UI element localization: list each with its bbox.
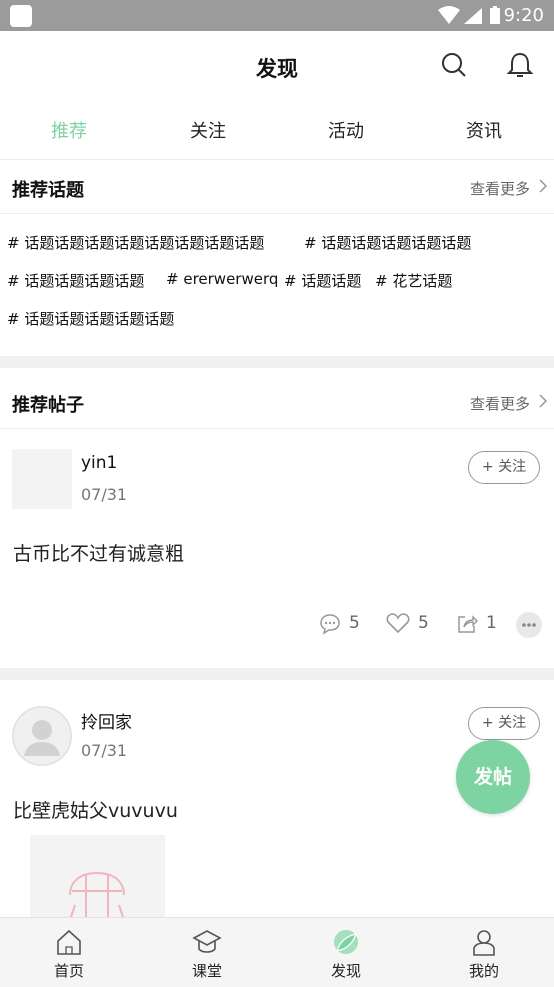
topic-tag[interactable]: # 话题话题话题话题话题 bbox=[304, 232, 471, 253]
default-avatar-icon bbox=[12, 706, 72, 766]
status-icons bbox=[438, 6, 500, 24]
nav-item-discover[interactable]: 发现 bbox=[277, 918, 415, 987]
battery-icon bbox=[490, 8, 500, 24]
share-icon[interactable] bbox=[456, 613, 478, 635]
comment-icon[interactable] bbox=[319, 613, 341, 635]
page-title: 发现 bbox=[256, 57, 298, 81]
posts-section-title: 推荐帖子 bbox=[12, 395, 84, 416]
post-text[interactable]: 古币比不过有诚意粗 bbox=[13, 539, 184, 566]
profile-icon bbox=[473, 930, 495, 956]
chevron-right-icon[interactable] bbox=[538, 179, 548, 193]
topic-tag[interactable]: # 话题话题话题话题 bbox=[7, 270, 144, 291]
tab-recommend[interactable]: 推荐 bbox=[19, 117, 119, 143]
posts-see-more-link[interactable]: 查看更多 bbox=[470, 393, 530, 414]
topic-list: # 话题话题话题话题话题话题话题话题 # 话题话题话题话题话题 # 话题话题话题… bbox=[0, 214, 554, 356]
app-notification-icon bbox=[10, 5, 32, 27]
search-icon[interactable] bbox=[440, 51, 468, 79]
post-card[interactable]: yin1 07/31 + 关注 古币比不过有诚意粗 5 5 1 bbox=[0, 429, 554, 668]
post-date: 07/31 bbox=[81, 741, 128, 760]
posts-section-header: 推荐帖子 查看更多 bbox=[0, 376, 554, 429]
tab-following[interactable]: 关注 bbox=[158, 117, 258, 143]
follow-button[interactable]: + 关注 bbox=[468, 451, 540, 484]
graduation-cap-icon bbox=[192, 930, 222, 953]
tab-activities[interactable]: 活动 bbox=[296, 117, 396, 143]
status-time: 9:20 bbox=[503, 5, 544, 26]
nav-item-profile[interactable]: 我的 bbox=[415, 918, 553, 987]
new-post-button[interactable]: 发帖 bbox=[456, 740, 530, 814]
avatar[interactable] bbox=[12, 706, 72, 766]
chevron-right-icon[interactable] bbox=[538, 394, 548, 408]
avatar[interactable] bbox=[12, 449, 72, 509]
share-count: 1 bbox=[486, 613, 497, 633]
tab-news[interactable]: 资讯 bbox=[434, 117, 534, 143]
nav-item-home[interactable]: 首页 bbox=[0, 918, 138, 987]
topics-section-header: 推荐话题 查看更多 bbox=[0, 161, 554, 214]
nav-label: 发现 bbox=[330, 962, 361, 980]
post-date: 07/31 bbox=[81, 485, 128, 504]
ellipsis-icon bbox=[522, 623, 536, 627]
comment-count: 5 bbox=[349, 613, 360, 633]
topics-see-more-link[interactable]: 查看更多 bbox=[470, 178, 530, 199]
status-bar: 9:20 bbox=[0, 0, 554, 31]
nav-item-classroom[interactable]: 课堂 bbox=[138, 918, 276, 987]
section-divider bbox=[0, 356, 554, 368]
nav-label: 我的 bbox=[468, 962, 499, 980]
follow-button[interactable]: + 关注 bbox=[468, 707, 540, 740]
topic-tag[interactable]: # 花艺话题 bbox=[375, 270, 452, 291]
post-divider bbox=[0, 668, 554, 680]
post-author[interactable]: 拎回家 bbox=[81, 708, 132, 733]
post-image[interactable] bbox=[30, 835, 165, 921]
tab-bar: 推荐 关注 活动 资讯 bbox=[0, 101, 554, 160]
like-count: 5 bbox=[418, 613, 429, 633]
wifi-icon bbox=[438, 6, 460, 24]
signal-icon bbox=[464, 8, 482, 24]
nav-label: 首页 bbox=[53, 962, 84, 980]
more-options-button[interactable] bbox=[516, 612, 542, 638]
post-author[interactable]: yin1 bbox=[81, 453, 117, 473]
leaf-icon bbox=[334, 930, 358, 954]
topic-tag[interactable]: # 话题话题 bbox=[284, 270, 361, 291]
topic-tag[interactable]: # 话题话题话题话题话题 bbox=[7, 308, 174, 329]
app-header: 发现 bbox=[0, 31, 554, 101]
image-placeholder-icon bbox=[69, 871, 125, 921]
home-icon bbox=[57, 929, 81, 955]
topic-tag[interactable]: # 话题话题话题话题话题话题话题话题 bbox=[7, 232, 264, 253]
topic-tag[interactable]: # ererwerwerq bbox=[166, 270, 278, 288]
post-text[interactable]: 比壁虎姑父vuvuvu bbox=[13, 796, 178, 823]
topics-section-title: 推荐话题 bbox=[12, 180, 84, 201]
heart-icon[interactable] bbox=[386, 612, 410, 634]
nav-label: 课堂 bbox=[191, 962, 222, 980]
bell-icon[interactable] bbox=[506, 51, 534, 79]
bottom-nav: 首页 课堂 发现 我的 bbox=[0, 917, 554, 987]
